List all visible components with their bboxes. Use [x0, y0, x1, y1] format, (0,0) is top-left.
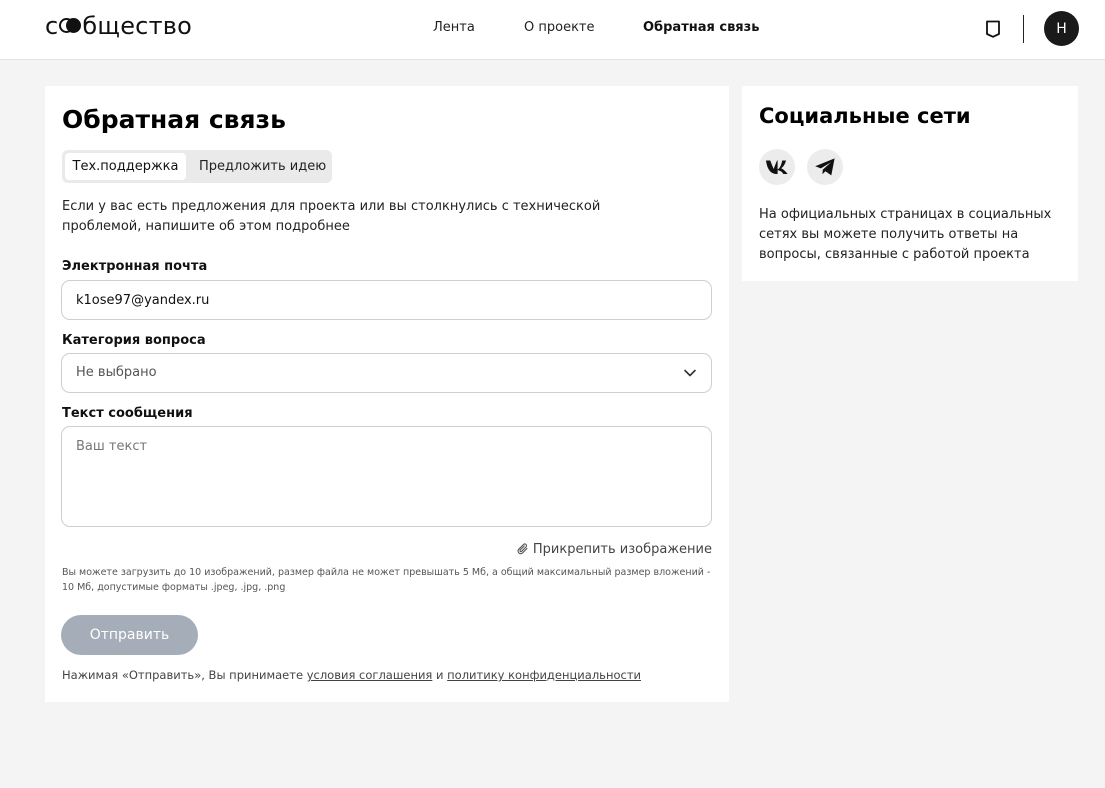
- tab-suggest-idea[interactable]: Предложить идею: [199, 153, 326, 180]
- nav-feed[interactable]: Лента: [433, 20, 475, 35]
- agreement-text: Нажимая «Отправить», Вы принимаете услов…: [62, 668, 641, 682]
- nav-about[interactable]: О проекте: [524, 20, 595, 35]
- message-textarea[interactable]: [61, 426, 712, 527]
- privacy-link[interactable]: политику конфиденциальности: [447, 668, 641, 682]
- page-title: Обратная связь: [62, 105, 286, 134]
- feedback-card: Обратная связь Тех.поддержка Предложить …: [45, 86, 729, 702]
- submit-button[interactable]: Отправить: [61, 615, 198, 655]
- logo-mark-icon: [59, 18, 82, 34]
- terms-link[interactable]: условия соглашения: [307, 668, 433, 682]
- paperclip-icon: [517, 543, 528, 555]
- social-card: Социальные сети На официальных страницах…: [742, 86, 1078, 281]
- chevron-down-icon: [684, 369, 696, 377]
- feedback-tabs: Тех.поддержка Предложить идею: [62, 150, 332, 183]
- email-field[interactable]: [61, 280, 712, 320]
- avatar[interactable]: Н: [1044, 11, 1079, 46]
- category-label: Категория вопроса: [62, 333, 206, 348]
- header-divider: [1023, 15, 1024, 43]
- agreement-conjunction: и: [432, 668, 448, 682]
- social-description: На официальных страницах в социальных се…: [759, 207, 1052, 262]
- attach-image-button[interactable]: Прикрепить изображение: [517, 542, 712, 557]
- telegram-icon[interactable]: [807, 149, 843, 185]
- category-select[interactable]: Не выбрано: [61, 353, 712, 393]
- attach-image-label: Прикрепить изображение: [532, 542, 712, 557]
- vk-icon[interactable]: [759, 149, 795, 185]
- social-title: Социальные сети: [759, 104, 971, 128]
- tab-tech-support[interactable]: Тех.поддержка: [65, 153, 186, 180]
- logo-text-left: с: [45, 12, 59, 40]
- intro-text: Если у вас есть предложения для проекта …: [62, 199, 601, 234]
- bookmark-icon[interactable]: [982, 18, 1004, 40]
- agreement-prefix: Нажимая «Отправить», Вы принимаете: [62, 668, 307, 682]
- logo-text-right: бщество: [82, 12, 192, 40]
- top-header: с бщество Лента О проекте Обратная связь…: [0, 0, 1105, 60]
- logo[interactable]: с бщество: [45, 12, 192, 40]
- nav-feedback[interactable]: Обратная связь: [643, 20, 759, 35]
- category-select-value: Не выбрано: [76, 365, 157, 380]
- message-label: Текст сообщения: [62, 406, 193, 421]
- email-label: Электронная почта: [62, 259, 208, 274]
- upload-hint: Вы можете загрузить до 10 изображений, р…: [62, 567, 711, 593]
